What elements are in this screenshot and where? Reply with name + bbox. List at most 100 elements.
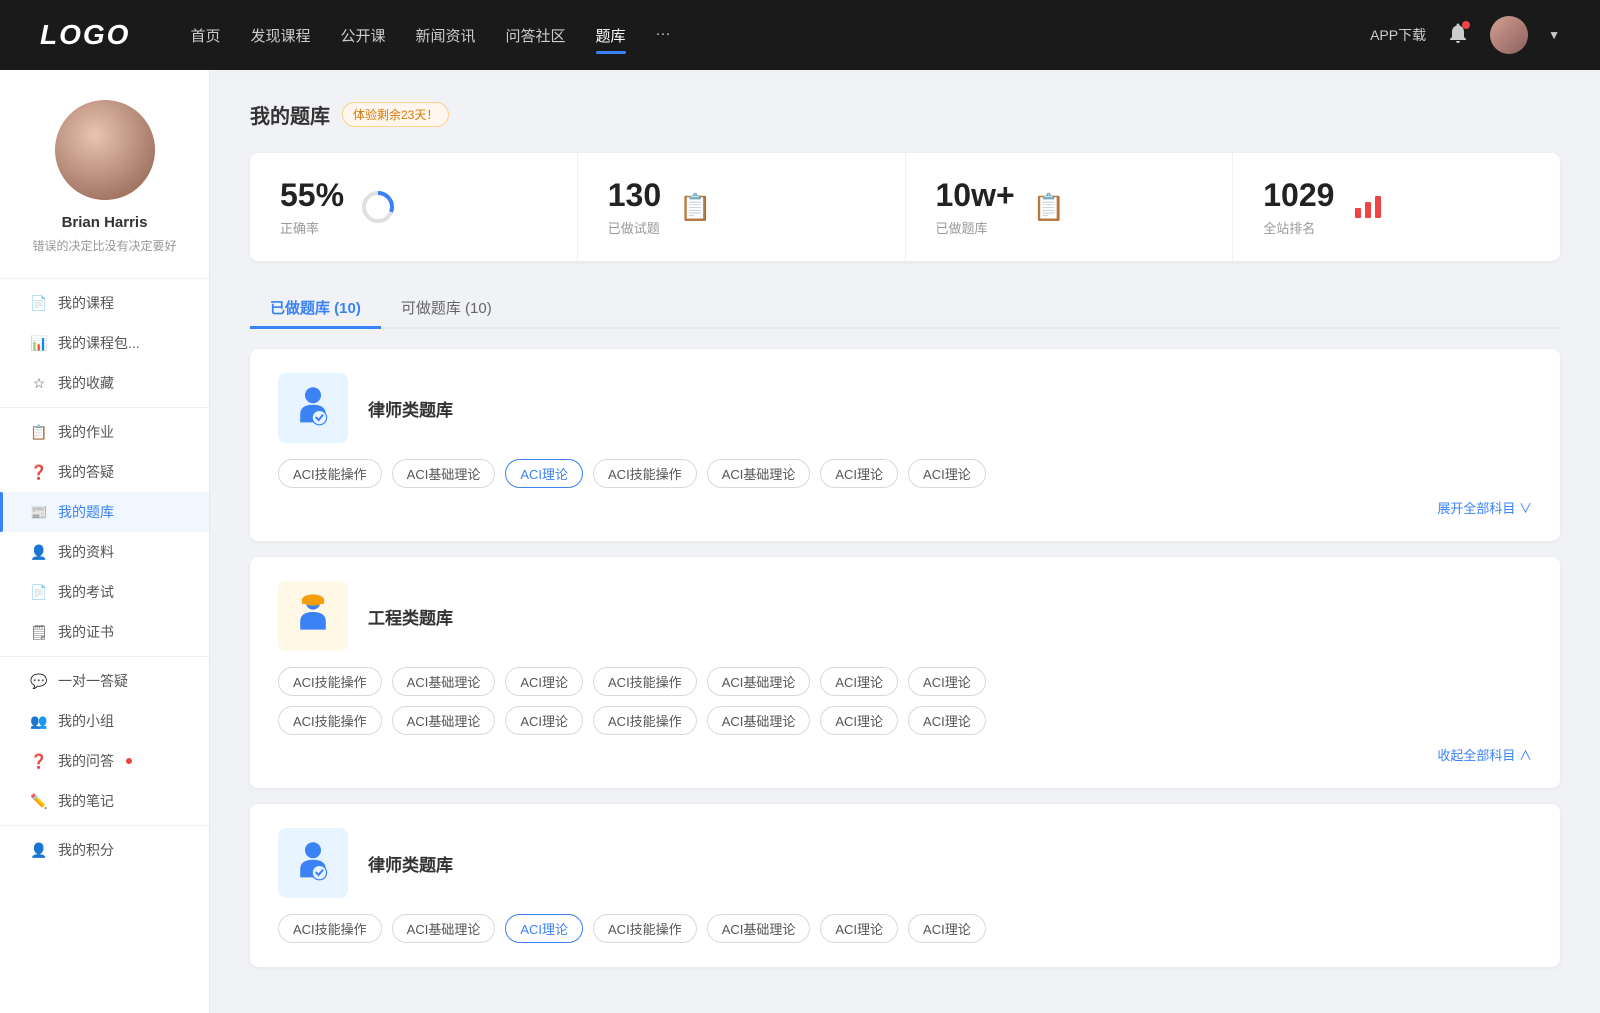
- accuracy-icon: [360, 189, 396, 225]
- qbank-icon: 📰: [30, 503, 48, 521]
- course-pack-icon: 📊: [30, 334, 48, 352]
- donut-chart-icon: [360, 189, 396, 225]
- avatar-image: [1490, 16, 1528, 54]
- qbank-1-tag-0[interactable]: ACI技能操作: [278, 459, 382, 488]
- stat-accuracy-label: 正确率: [280, 218, 344, 237]
- sidebar-item-notes[interactable]: ✏️ 我的笔记: [0, 781, 209, 821]
- nav-qbank[interactable]: 题库: [596, 21, 626, 50]
- stat-done-questions-value: 130: [608, 177, 661, 214]
- qbank-2-footer: 收起全部科目 ∧: [278, 745, 1532, 764]
- qbank-1-expand-link[interactable]: 展开全部科目 ∨: [1437, 498, 1532, 517]
- qbank-1-tag-2[interactable]: ACI理论: [505, 459, 583, 488]
- qbank-2-tag-6[interactable]: ACI理论: [908, 667, 986, 696]
- sidebar-item-collection[interactable]: ☆ 我的收藏: [0, 363, 209, 403]
- points-icon: 👤: [30, 841, 48, 859]
- sidebar-item-one-on-one[interactable]: 💬 一对一答疑: [0, 661, 209, 701]
- qbank-3-tag-4[interactable]: ACI基础理论: [707, 914, 811, 943]
- qbank-2-tag-1[interactable]: ACI基础理论: [392, 667, 496, 696]
- sidebar-item-points[interactable]: 👤 我的积分: [0, 830, 209, 870]
- stat-done-banks-label: 已做题库: [936, 218, 1015, 237]
- sidebar-item-my-course[interactable]: 📄 我的课程: [0, 283, 209, 323]
- qbank-1-tag-3[interactable]: ACI技能操作: [593, 459, 697, 488]
- sidebar-item-qbank[interactable]: 📰 我的题库: [0, 492, 209, 532]
- sidebar-divider-3: [0, 825, 209, 826]
- logo[interactable]: LOGO: [40, 19, 130, 51]
- tab-done[interactable]: 已做题库 (10): [250, 289, 381, 329]
- nav-open-course[interactable]: 公开课: [340, 21, 385, 50]
- notification-bell[interactable]: [1446, 21, 1470, 50]
- stat-done-questions: 130 已做试题 📋: [578, 153, 906, 261]
- qbank-3-tag-0[interactable]: ACI技能操作: [278, 914, 382, 943]
- sidebar-item-label: 一对一答疑: [58, 671, 128, 691]
- rank-icon: [1350, 189, 1386, 225]
- qbank-2-tag2-6[interactable]: ACI理论: [908, 706, 986, 735]
- qbank-2-tag2-0[interactable]: ACI技能操作: [278, 706, 382, 735]
- sidebar-item-label: 我的证书: [58, 622, 114, 642]
- qbank-3-tag-6[interactable]: ACI理论: [908, 914, 986, 943]
- qbank-1-tag-1[interactable]: ACI基础理论: [392, 459, 496, 488]
- qbank-2-tag-0[interactable]: ACI技能操作: [278, 667, 382, 696]
- qbank-1-tag-5[interactable]: ACI理论: [820, 459, 898, 488]
- stat-accuracy-value: 55%: [280, 177, 344, 214]
- stat-rank: 1029 全站排名: [1233, 153, 1560, 261]
- sidebar-item-homework[interactable]: 📋 我的作业: [0, 412, 209, 452]
- qbank-1-title: 律师类题库: [368, 396, 453, 421]
- sidebar-item-certificate[interactable]: 🗒 我的证书: [0, 612, 209, 652]
- sidebar-item-course-pack[interactable]: 📊 我的课程包...: [0, 323, 209, 363]
- app-download-button[interactable]: APP下载: [1370, 25, 1426, 45]
- qbank-2-tag2-5[interactable]: ACI理论: [820, 706, 898, 735]
- sidebar-user-avatar[interactable]: [55, 100, 155, 200]
- qbank-2-tag-5[interactable]: ACI理论: [820, 667, 898, 696]
- engineer-icon: [289, 592, 337, 640]
- qbank-3-tag-5[interactable]: ACI理论: [820, 914, 898, 943]
- qbank-1-tag-6[interactable]: ACI理论: [908, 459, 986, 488]
- nav-discover[interactable]: 发现课程: [250, 21, 310, 50]
- qbank-3-tag-1[interactable]: ACI基础理论: [392, 914, 496, 943]
- sidebar-item-my-qa[interactable]: ❓ 我的问答: [0, 741, 209, 781]
- sidebar-item-exam[interactable]: 📄 我的考试: [0, 572, 209, 612]
- bar-chart-icon: [1353, 192, 1383, 222]
- one-on-one-icon: 💬: [30, 672, 48, 690]
- sidebar-item-label: 我的资料: [58, 542, 114, 562]
- qbank-2-tags-row1: ACI技能操作 ACI基础理论 ACI理论 ACI技能操作 ACI基础理论 AC…: [278, 667, 1532, 696]
- sidebar-item-label: 我的问答: [58, 751, 114, 771]
- qbank-2-tag-2[interactable]: ACI理论: [505, 667, 583, 696]
- qbank-2-tag2-1[interactable]: ACI基础理论: [392, 706, 496, 735]
- qbank-3-tag-3[interactable]: ACI技能操作: [593, 914, 697, 943]
- sidebar-user-name: Brian Harris: [62, 214, 148, 231]
- qbank-1-icon-wrap: [278, 373, 348, 443]
- qbank-3-tags: ACI技能操作 ACI基础理论 ACI理论 ACI技能操作 ACI基础理论 AC…: [278, 914, 1532, 943]
- qbank-2-tag2-3[interactable]: ACI技能操作: [593, 706, 697, 735]
- qbank-2-tag-4[interactable]: ACI基础理论: [707, 667, 811, 696]
- user-avatar[interactable]: [1490, 16, 1528, 54]
- sidebar-item-group[interactable]: 👥 我的小组: [0, 701, 209, 741]
- qbank-3-icon-wrap: [278, 828, 348, 898]
- sidebar-item-label: 我的积分: [58, 840, 114, 860]
- sidebar-item-profile[interactable]: 👤 我的资料: [0, 532, 209, 572]
- qbank-2-collapse-link[interactable]: 收起全部科目 ∧: [1437, 745, 1532, 764]
- qbank-1-tag-4[interactable]: ACI基础理论: [707, 459, 811, 488]
- sidebar-item-label: 我的作业: [58, 422, 114, 442]
- user-menu-chevron[interactable]: ▼: [1548, 28, 1560, 42]
- nav-home[interactable]: 首页: [190, 21, 220, 50]
- tab-row: 已做题库 (10) 可做题库 (10): [250, 289, 1560, 329]
- stat-rank-label: 全站排名: [1263, 218, 1334, 237]
- stat-rank-value: 1029: [1263, 177, 1334, 214]
- stats-row: 55% 正确率 130 已做试题 📋 10: [250, 153, 1560, 261]
- nav-news[interactable]: 新闻资讯: [416, 21, 476, 50]
- nav-more[interactable]: ···: [656, 21, 671, 50]
- notes-icon: ✏️: [30, 792, 48, 810]
- tab-available[interactable]: 可做题库 (10): [381, 289, 512, 329]
- qbank-2-tag2-2[interactable]: ACI理论: [505, 706, 583, 735]
- sidebar-item-answer[interactable]: ❓ 我的答疑: [0, 452, 209, 492]
- qbank-2-tag2-4[interactable]: ACI基础理论: [707, 706, 811, 735]
- course-icon: 📄: [30, 294, 48, 312]
- nav-qa[interactable]: 问答社区: [506, 21, 566, 50]
- sidebar-item-label: 我的题库: [58, 502, 114, 522]
- sidebar-avatar-image: [55, 100, 155, 200]
- done-questions-icon: 📋: [677, 189, 713, 225]
- qbank-2-tag-3[interactable]: ACI技能操作: [593, 667, 697, 696]
- qbank-3-tag-2[interactable]: ACI理论: [505, 914, 583, 943]
- lawyer-icon-2: [289, 839, 337, 887]
- my-qa-icon: ❓: [30, 752, 48, 770]
